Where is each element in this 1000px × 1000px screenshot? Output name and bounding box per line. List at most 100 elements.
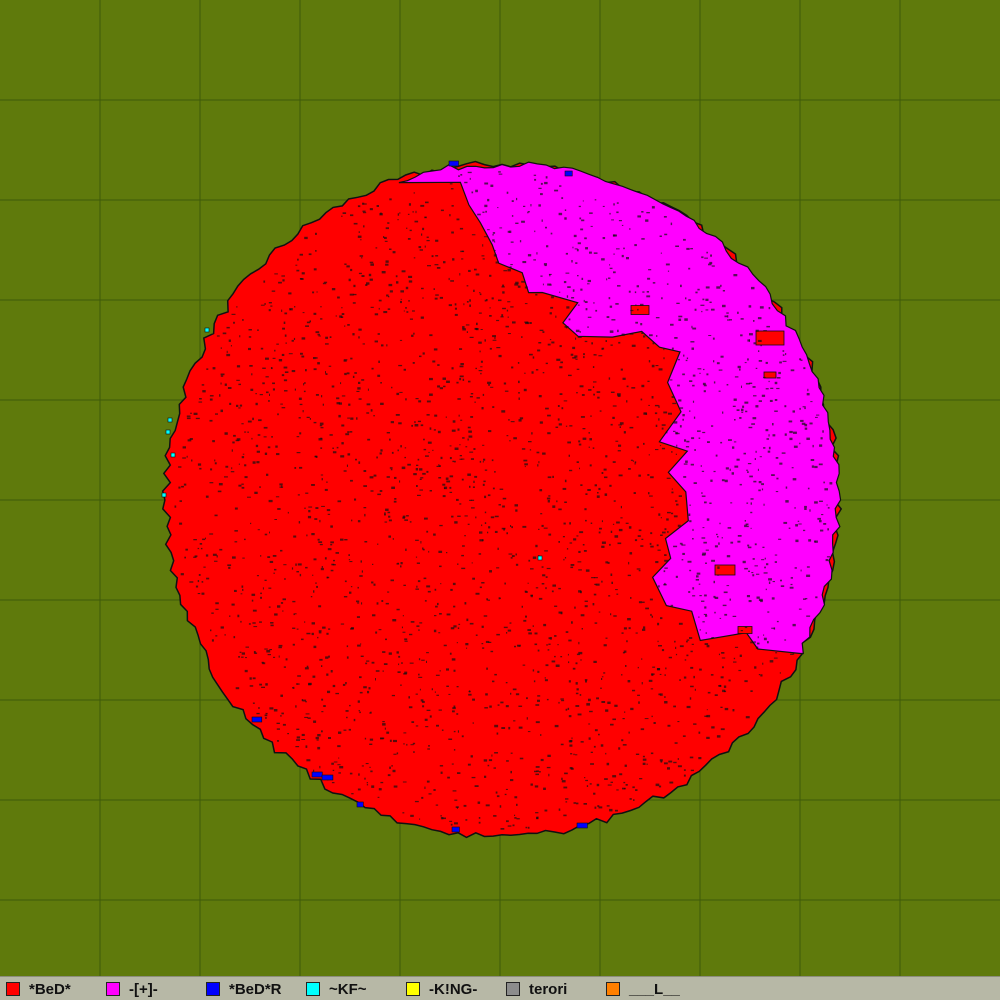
- terrain-speckle: [761, 394, 766, 397]
- terrain-speckle: [766, 563, 769, 566]
- terrain-speckle: [315, 394, 319, 396]
- terrain-speckle: [466, 618, 469, 622]
- terrain-speckle: [720, 441, 723, 444]
- terrain-speckle: [473, 448, 476, 450]
- terrain-speckle: [427, 441, 432, 444]
- terrain-speckle: [369, 743, 373, 745]
- terrain-speckle: [675, 653, 678, 656]
- terrain-speckle: [757, 636, 759, 639]
- terrain-speckle: [459, 375, 464, 378]
- terrain-speckle: [419, 489, 423, 491]
- terrain-speckle: [283, 366, 288, 369]
- terrain-speckle: [812, 444, 814, 448]
- terrain-speckle: [433, 429, 436, 431]
- terrain-speckle: [499, 227, 503, 229]
- terrain-speckle: [522, 664, 526, 666]
- terrain-speckle: [484, 495, 487, 499]
- terrain-speckle: [350, 417, 354, 420]
- terrain-speckle: [199, 543, 203, 545]
- terrain-speckle: [542, 283, 544, 286]
- terrain-speckle: [435, 239, 439, 242]
- terrain-speckle: [605, 340, 607, 342]
- terrain-speckle: [558, 212, 563, 216]
- terrain-speckle: [350, 357, 353, 360]
- terrain-speckle: [692, 538, 694, 540]
- terrain-speckle: [799, 407, 801, 410]
- terrain-speckle: [367, 690, 370, 694]
- terrain-speckle: [293, 535, 297, 538]
- terrain-speckle: [824, 488, 828, 491]
- terrain-speckle: [359, 676, 362, 679]
- terrain-speckle: [762, 662, 764, 665]
- terrain-speckle: [353, 284, 356, 288]
- terrain-speckle: [747, 339, 750, 342]
- terrain-speckle: [535, 587, 539, 589]
- terrain-speckle: [582, 428, 586, 430]
- terrain-speckle: [428, 451, 430, 453]
- terrain-speckle: [347, 324, 350, 326]
- terrain-speckle: [271, 436, 273, 438]
- terrain-speckle: [307, 515, 312, 519]
- terrain-speckle: [724, 690, 727, 693]
- terrain-speckle: [647, 380, 650, 382]
- terrain-speckle: [358, 272, 362, 275]
- terrain-speckle: [224, 383, 227, 386]
- terrain-speckle: [256, 450, 260, 453]
- terrain-speckle: [386, 344, 388, 347]
- terrain-speckle: [506, 632, 508, 634]
- terrain-speckle: [436, 694, 439, 696]
- terrain-speckle: [325, 343, 329, 345]
- terrain-speckle: [278, 644, 283, 647]
- terrain-speckle: [406, 311, 409, 313]
- terrain-speckle: [504, 793, 507, 796]
- terrain-speckle: [664, 567, 668, 569]
- terrain-speckle: [711, 559, 715, 562]
- terrain-speckle: [284, 390, 288, 392]
- terrain-speckle: [268, 302, 272, 304]
- terrain-speckle: [373, 474, 377, 477]
- terrain-speckle: [378, 788, 382, 791]
- terrain-speckle: [248, 623, 251, 625]
- terrain-speckle: [780, 579, 782, 582]
- terrain-speckle: [464, 602, 467, 605]
- terrain-speckle: [284, 312, 288, 315]
- terrain-speckle: [755, 405, 759, 408]
- terrain-speckle: [385, 227, 389, 230]
- terrain-speckle: [613, 615, 617, 617]
- terrain-speckle: [482, 393, 485, 396]
- terrain-speckle: [566, 306, 570, 309]
- terrain-speckle: [618, 474, 623, 477]
- terrain-speckle: [809, 509, 811, 512]
- terrain-speckle: [568, 661, 570, 664]
- terrain-speckle: [668, 412, 672, 415]
- terrain-speckle: [299, 466, 303, 469]
- terrain-speckle: [556, 500, 558, 503]
- terrain-speckle: [375, 247, 378, 249]
- terrain-speckle: [189, 438, 193, 440]
- terrain-speckle: [567, 707, 570, 710]
- terrain-speckle: [542, 452, 546, 455]
- terrain-speckle: [510, 264, 513, 266]
- terrain-speckle: [537, 349, 541, 352]
- terrain-speckle: [457, 398, 461, 400]
- terrain-speckle: [773, 657, 778, 659]
- terrain-speckle: [226, 350, 228, 354]
- terrain-speckle: [739, 654, 742, 657]
- terrain-speckle: [750, 641, 755, 644]
- terrain-speckle: [429, 715, 432, 718]
- terrain-speckle: [488, 430, 492, 433]
- terrain-speckle: [685, 460, 688, 463]
- cyan-cell: [204, 327, 210, 333]
- terrain-speckle: [280, 694, 283, 697]
- terrain-speckle: [437, 430, 441, 434]
- terrain-speckle: [628, 627, 631, 630]
- terrain-speckle: [317, 734, 321, 737]
- terrain-speckle: [541, 219, 543, 222]
- terrain-speckle: [659, 445, 662, 447]
- terrain-speckle: [265, 716, 267, 719]
- terrain-speckle: [646, 291, 649, 293]
- territory-map[interactable]: [0, 0, 1000, 976]
- terrain-speckle: [744, 626, 748, 629]
- terrain-speckle: [390, 468, 393, 471]
- cyan-cell: [537, 555, 543, 561]
